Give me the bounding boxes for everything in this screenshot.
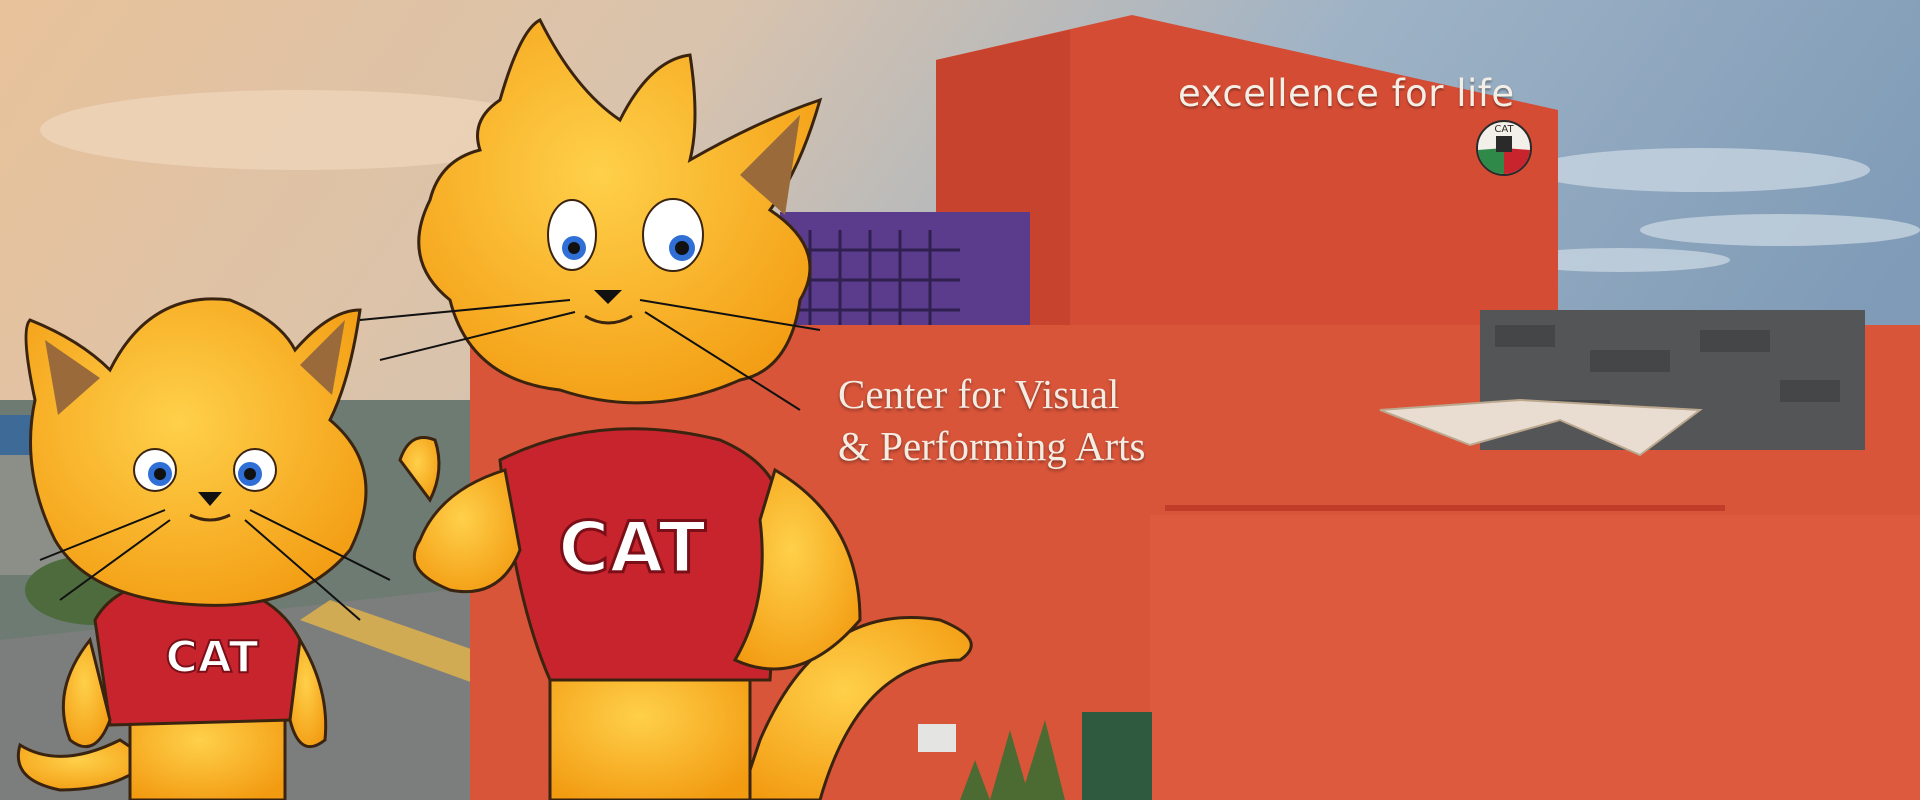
building-sign-line-1: Center for Visual	[838, 371, 1120, 417]
purple-window-block	[780, 212, 1030, 342]
svg-text:CAT: CAT	[1494, 124, 1514, 135]
utility-box	[1082, 712, 1152, 800]
cat-logo-icon: CAT	[1476, 120, 1532, 176]
small-mascot-shirt-text: CAT	[166, 632, 259, 683]
building-lower-block	[1150, 515, 1920, 800]
building-sign-top: excellence for life	[1178, 72, 1515, 115]
big-mascot-shirt-text: CAT	[558, 507, 706, 589]
railing	[1165, 505, 1725, 511]
building-sign-line-2: & Performing Arts	[838, 423, 1146, 469]
ac-unit	[918, 724, 956, 752]
building-sign-main: Center for Visual & Performing Arts	[838, 368, 1145, 472]
banner-scene: CAT CAT CAT excellence for life Center f…	[0, 0, 1920, 800]
